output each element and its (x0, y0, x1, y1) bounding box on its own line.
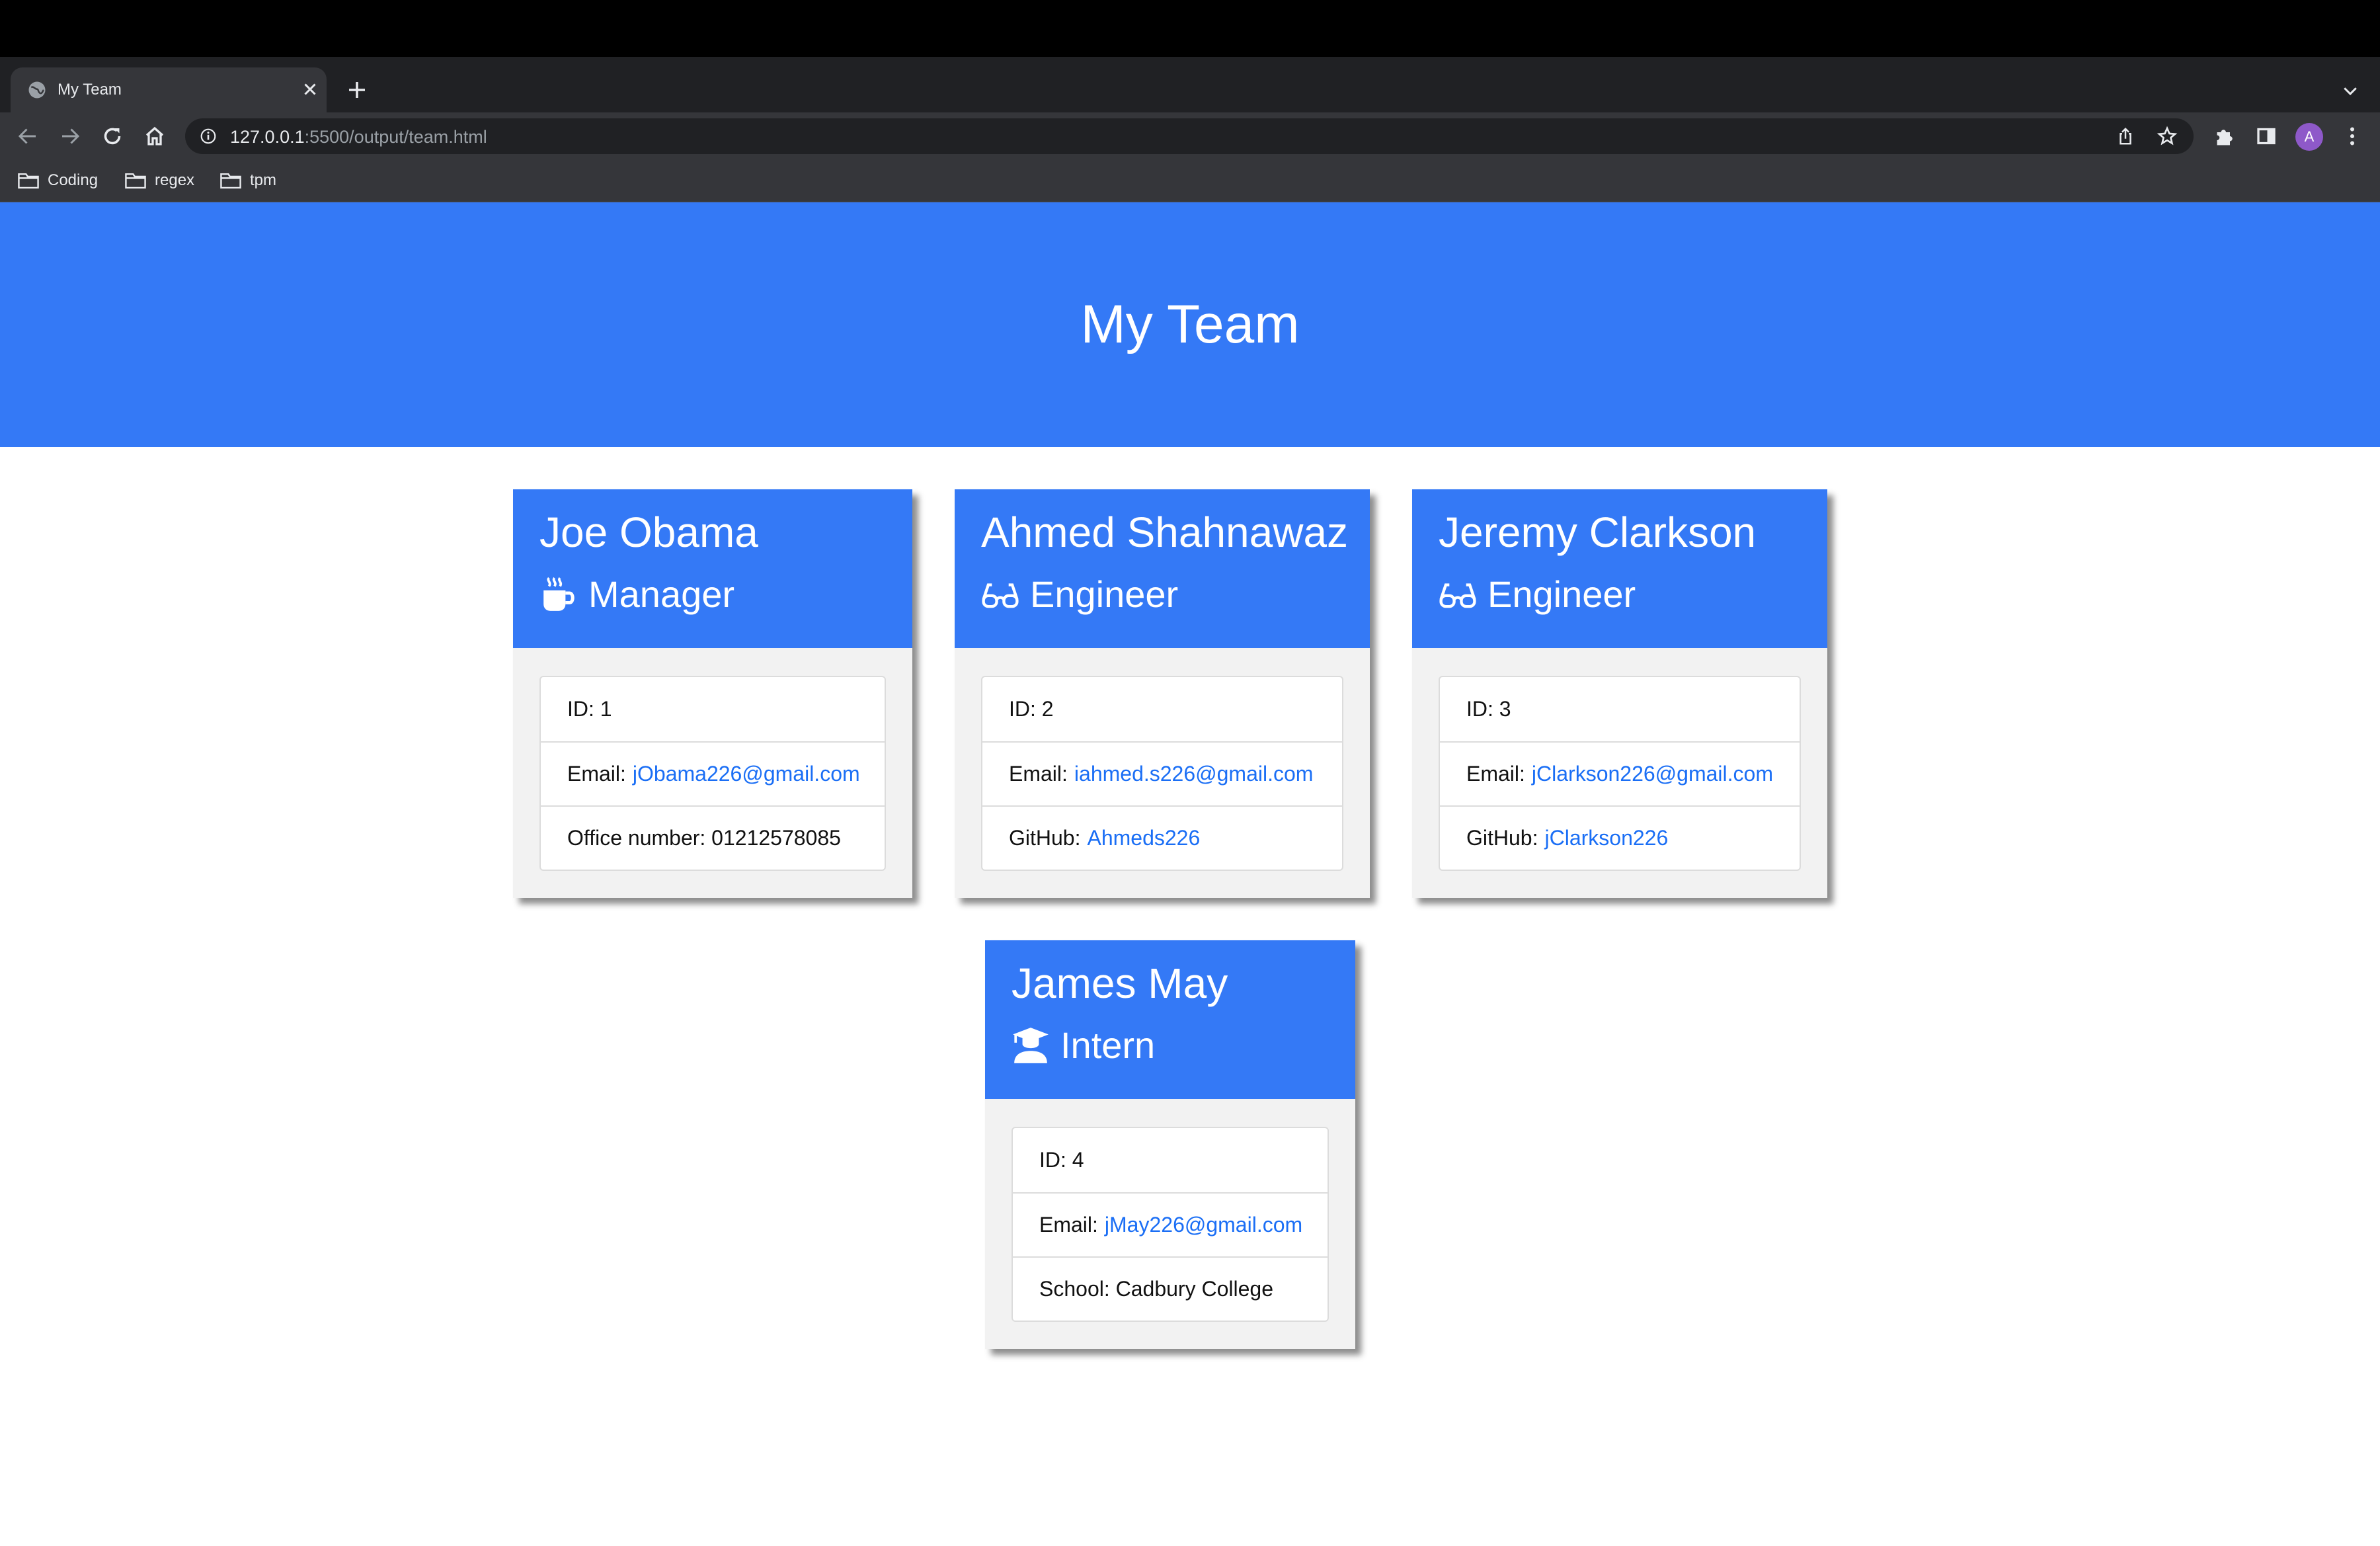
employee-email: Email: jClarkson226@gmail.com (1440, 741, 1800, 805)
office-number-text: Office number: 01212578085 (567, 826, 841, 850)
bookmark-folder-tpm[interactable]: tpm (219, 169, 276, 192)
address-bar[interactable]: 127.0.0.1:5500/output/team.html (185, 118, 2194, 154)
browser-toolbar: 127.0.0.1:5500/output/team.html A (0, 112, 2380, 160)
tab-strip: My Team (0, 57, 2380, 112)
employee-name: Jeremy Clarkson (1439, 509, 1757, 556)
coffee-mug-icon (543, 577, 575, 611)
employee-role: Engineer (1439, 573, 1636, 616)
employee-id: ID: 1 (541, 677, 885, 741)
profile-avatar[interactable]: A (2295, 123, 2323, 151)
bookmark-star-icon[interactable] (2157, 126, 2178, 147)
employee-office-number: Office number: 01212578085 (541, 805, 885, 870)
extensions-puzzle-icon[interactable] (2212, 124, 2236, 148)
url-path: :5500/output/team.html (304, 127, 487, 147)
employee-school: School: Cadbury College (1013, 1256, 1328, 1321)
email-label: Email: (1039, 1213, 1098, 1237)
email-label: Email: (1009, 762, 1068, 786)
github-label: GitHub: (1466, 826, 1538, 850)
id-text: ID: 3 (1466, 697, 1511, 721)
role-label: Intern (1060, 1024, 1156, 1066)
email-label: Email: (567, 762, 626, 786)
role-label: Manager (588, 573, 735, 615)
globe-icon (28, 81, 46, 99)
bookmark-label: Coding (48, 171, 99, 189)
graduate-icon (1013, 1027, 1049, 1063)
employee-details: ID: 1 Email: jObama226@gmail.com Office n… (539, 676, 886, 871)
share-icon[interactable] (2116, 126, 2135, 146)
bookmark-label: regex (155, 171, 195, 189)
role-label: Engineer (1488, 573, 1636, 615)
url-text[interactable]: 127.0.0.1:5500/output/team.html (230, 127, 487, 147)
bookmark-folder-coding[interactable]: Coding (17, 169, 98, 192)
card-header: James May Intern (985, 940, 1355, 1099)
chevron-down-icon[interactable] (2340, 81, 2360, 101)
bookmark-folder-regex[interactable]: regex (124, 169, 194, 192)
page-title: My Team (1080, 294, 1300, 354)
role-label: Engineer (1030, 573, 1179, 615)
employee-details: ID: 4 Email: jMay226@gmail.com School: Ca… (1012, 1127, 1329, 1322)
employee-email: Email: iahmed.s226@gmail.com (982, 741, 1342, 805)
employee-card: Joe Obama Manager ID: 1 Email: jObama226@… (513, 489, 912, 898)
site-info-icon[interactable] (200, 128, 217, 145)
employee-card: James May Intern ID: 4 Email: jMay226@gma… (985, 940, 1355, 1349)
employee-card: Jeremy Clarkson Engineer ID: 3 Email: jCl… (1412, 489, 1827, 898)
folder-icon (18, 173, 39, 189)
card-header: Ahmed Shahnawaz Engineer (955, 489, 1370, 648)
side-panel-icon[interactable] (2254, 124, 2278, 148)
employee-name: James May (1012, 959, 1228, 1007)
email-link[interactable]: iahmed.s226@gmail.com (1074, 762, 1314, 786)
github-link[interactable]: Ahmeds226 (1087, 826, 1200, 850)
card-header: Jeremy Clarkson Engineer (1412, 489, 1827, 648)
github-label: GitHub: (1009, 826, 1081, 850)
employee-github: GitHub: Ahmeds226 (982, 805, 1342, 870)
glasses-icon (1439, 583, 1476, 608)
screen-top-bar (0, 0, 2380, 57)
employee-role: Manager (539, 573, 734, 616)
reload-icon[interactable] (100, 124, 124, 148)
employee-github: GitHub: jClarkson226 (1440, 805, 1800, 870)
employee-name: Ahmed Shahnawaz (981, 509, 1349, 556)
page-header: My Team (0, 202, 2380, 447)
employee-card: Ahmed Shahnawaz Engineer ID: 2 Email: iah… (955, 489, 1370, 898)
employee-role: Intern (1012, 1024, 1155, 1067)
id-text: ID: 2 (1009, 697, 1054, 721)
new-tab-icon[interactable] (345, 78, 369, 102)
url-host: 127.0.0.1 (230, 127, 305, 147)
back-arrow-icon[interactable] (16, 124, 40, 148)
folder-icon (125, 173, 146, 189)
employee-email: Email: jMay226@gmail.com (1013, 1192, 1328, 1256)
id-text: ID: 1 (567, 697, 612, 721)
employee-role: Engineer (981, 573, 1178, 616)
email-label: Email: (1466, 762, 1525, 786)
email-link[interactable]: jClarkson226@gmail.com (1532, 762, 1773, 786)
close-tab-icon[interactable] (300, 79, 320, 99)
employee-id: ID: 4 (1013, 1128, 1328, 1192)
employee-details: ID: 3 Email: jClarkson226@gmail.com GitHu… (1439, 676, 1801, 871)
bookmarks-bar: Coding regex tpm (0, 160, 2380, 202)
tab-title: My Team (58, 81, 122, 99)
glasses-icon (982, 583, 1019, 608)
employee-details: ID: 2 Email: iahmed.s226@gmail.com GitHub… (981, 676, 1343, 871)
folder-icon (220, 173, 241, 189)
school-text: School: Cadbury College (1039, 1277, 1273, 1301)
browser-tab[interactable]: My Team (11, 67, 327, 112)
email-link[interactable]: jMay226@gmail.com (1105, 1213, 1302, 1237)
forward-arrow-icon[interactable] (58, 124, 82, 148)
bookmark-label: tpm (250, 171, 277, 189)
employee-email: Email: jObama226@gmail.com (541, 741, 885, 805)
more-menu-icon[interactable] (2340, 124, 2364, 148)
employee-id: ID: 2 (982, 677, 1342, 741)
github-link[interactable]: jClarkson226 (1544, 826, 1668, 850)
employee-id: ID: 3 (1440, 677, 1800, 741)
card-header: Joe Obama Manager (513, 489, 912, 648)
employee-name: Joe Obama (539, 509, 758, 556)
home-icon[interactable] (143, 124, 167, 148)
email-link[interactable]: jObama226@gmail.com (633, 762, 860, 786)
id-text: ID: 4 (1039, 1148, 1084, 1172)
